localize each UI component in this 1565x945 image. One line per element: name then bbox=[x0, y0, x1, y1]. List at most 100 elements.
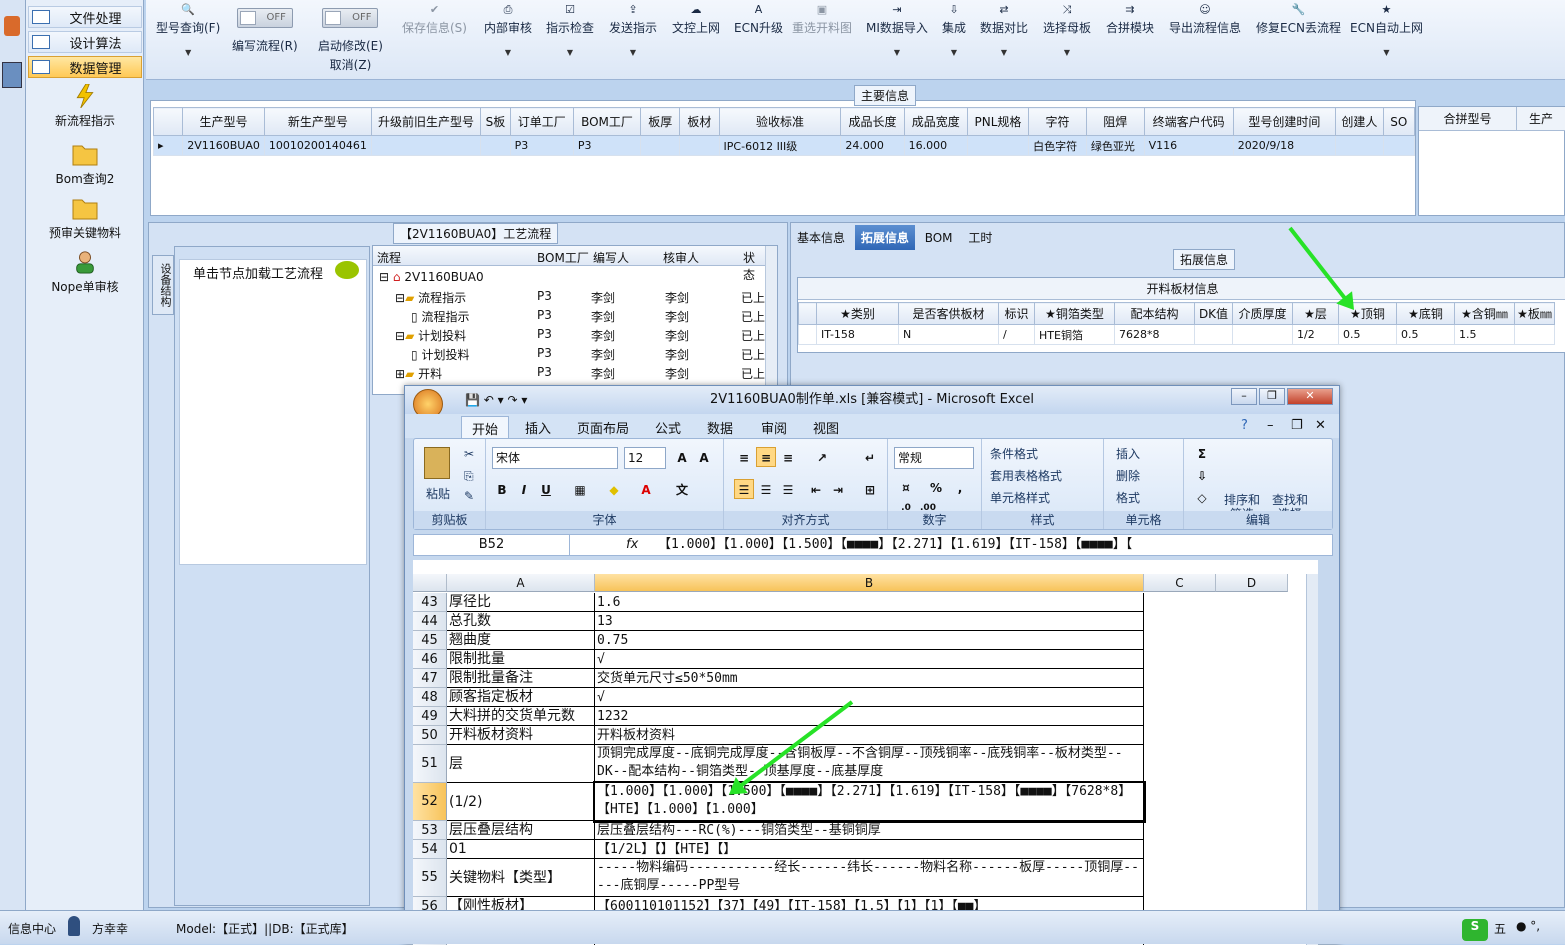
col-header[interactable]: 板厚 bbox=[640, 107, 681, 136]
function-icon[interactable]: fx bbox=[626, 535, 638, 555]
tab-data[interactable]: 数据 bbox=[707, 418, 733, 437]
tab-review[interactable]: 审阅 bbox=[761, 418, 787, 437]
col-header[interactable]: 配本结构 bbox=[1114, 302, 1195, 325]
col-header[interactable]: 订单工厂 bbox=[509, 107, 574, 136]
col-header[interactable]: ★含铜㎜ bbox=[1454, 302, 1515, 325]
doc-online-button[interactable]: ☁ 文控上网 bbox=[672, 4, 720, 36]
format-painter-icon[interactable]: ✎ bbox=[464, 489, 474, 503]
instruction-check-button[interactable]: ☑ 指示检查 ▼ bbox=[546, 4, 594, 58]
row-header[interactable]: 53 bbox=[413, 821, 447, 840]
tree-row[interactable]: ▯ 流程指示 P3 李剑 李剑 已上 bbox=[411, 308, 777, 325]
cell[interactable]: 层压叠层结构---RC(%)---铜箔类型--基铜铜厚 bbox=[595, 821, 1144, 840]
edit-flow-button[interactable]: OFF 编写流程(R) bbox=[232, 8, 298, 54]
tool-precheck-material[interactable]: 预审关键物料 bbox=[26, 196, 144, 241]
col-header[interactable]: 成品长度 bbox=[840, 107, 905, 136]
cell[interactable]: 1232 bbox=[595, 707, 1144, 726]
col-header[interactable]: 合拼型号 bbox=[1419, 107, 1517, 131]
bold-icon[interactable]: B bbox=[492, 479, 512, 499]
cut-icon[interactable]: ✂ bbox=[464, 447, 474, 461]
conditional-format-button[interactable]: 条件格式 bbox=[990, 445, 1038, 462]
cell-styles-button[interactable]: 单元格样式 bbox=[990, 489, 1050, 506]
col-header[interactable]: 是否客供板材 bbox=[898, 302, 999, 325]
col-header[interactable]: SO bbox=[1382, 107, 1415, 136]
align-center-icon[interactable]: ☰ bbox=[756, 479, 776, 499]
expand-icon[interactable]: ⊟ bbox=[395, 291, 405, 305]
merge-center-icon[interactable]: ⊞ bbox=[860, 479, 880, 499]
grow-font-icon[interactable]: A bbox=[672, 447, 692, 467]
reselect-cut-chart-button[interactable]: ▣ 重选开料图 bbox=[792, 4, 852, 36]
row-header[interactable]: 50 bbox=[413, 726, 447, 745]
selected-cell[interactable]: 【1.000】【1.000】【1.500】【■■■■】【2.271】【1.619… bbox=[593, 781, 1146, 823]
start-modify-button[interactable]: OFF 启动修改(E) 取消(Z) bbox=[318, 8, 383, 73]
cell[interactable]: 0.75 bbox=[595, 631, 1144, 650]
ime-logo-icon[interactable]: S bbox=[1462, 919, 1488, 941]
cell[interactable]: (1/2) bbox=[447, 783, 595, 821]
col-header[interactable]: 板材 bbox=[679, 107, 720, 136]
row-header[interactable]: 48 bbox=[413, 688, 447, 707]
cell[interactable]: 总孔数 bbox=[447, 612, 595, 631]
nav-data-management[interactable]: 数据管理 bbox=[28, 56, 142, 78]
col-header[interactable]: DK值 bbox=[1194, 302, 1233, 325]
cell[interactable]: 层压叠层结构 bbox=[447, 821, 595, 840]
col-header[interactable]: 流程 bbox=[377, 249, 401, 266]
align-bottom-icon[interactable]: ≡ bbox=[778, 447, 798, 467]
col-header[interactable]: 验收标准 bbox=[718, 107, 842, 136]
row-header[interactable]: 52 bbox=[413, 783, 447, 821]
col-header[interactable]: 成品宽度 bbox=[903, 107, 968, 136]
column-header[interactable]: B bbox=[595, 574, 1144, 592]
italic-icon[interactable]: I bbox=[514, 479, 534, 499]
format-as-table-button[interactable]: 套用表格格式 bbox=[990, 467, 1062, 484]
align-left-icon[interactable]: ☰ bbox=[734, 479, 754, 499]
tab-page-layout[interactable]: 页面布局 bbox=[577, 418, 629, 437]
ecn-upgrade-button[interactable]: A ECN升级 bbox=[734, 4, 783, 36]
tab-man-hours[interactable]: 工时 bbox=[962, 225, 998, 250]
vertical-scrollbar[interactable] bbox=[1306, 574, 1318, 945]
nav-design-algorithm[interactable]: 设计算法 bbox=[28, 31, 142, 53]
device-structure-tab[interactable]: 设备结构 bbox=[152, 255, 174, 315]
col-header[interactable]: ★铜箔类型 bbox=[1034, 302, 1115, 325]
percent-icon[interactable]: % bbox=[926, 477, 946, 497]
cell[interactable]: 【1/2L】【】【HTE】【】 bbox=[595, 840, 1144, 859]
data-compare-button[interactable]: ⇄ 数据对比 ▼ bbox=[980, 4, 1028, 58]
align-top-icon[interactable]: ≡ bbox=[734, 447, 754, 467]
column-header[interactable]: C bbox=[1144, 574, 1216, 592]
underline-icon[interactable]: U bbox=[536, 479, 556, 499]
expand-icon[interactable]: ⊟ bbox=[379, 270, 389, 284]
cell[interactable]: 顾客指定板材 bbox=[447, 688, 595, 707]
row-header[interactable]: 51 bbox=[413, 745, 447, 783]
row-header[interactable]: 55 bbox=[413, 859, 447, 897]
tree-row[interactable]: ⊟▰ 计划投料 P3 李剑 李剑 已上 bbox=[395, 327, 775, 344]
edit-flow-toggle[interactable]: OFF bbox=[236, 8, 293, 28]
tab-extended-info[interactable]: 拓展信息 bbox=[854, 225, 915, 250]
tool-nope-review[interactable]: Nope单审核 bbox=[26, 250, 144, 295]
cell[interactable]: 开料板材资料 bbox=[447, 726, 595, 745]
lock-icon[interactable] bbox=[4, 16, 20, 36]
formula-input[interactable]: 【1.000】【1.000】【1.500】【■■■■】【2.271】【1.619… bbox=[658, 535, 1308, 555]
ribbon-restore-icon[interactable]: ❐ bbox=[1291, 418, 1303, 433]
orientation-icon[interactable]: ↗ bbox=[812, 447, 832, 467]
col-header[interactable]: 标识 bbox=[998, 302, 1035, 325]
grid-icon[interactable] bbox=[2, 62, 22, 88]
send-instruction-button[interactable]: ⇪ 发送指示 ▼ bbox=[609, 4, 657, 58]
col-header[interactable]: 型号创建时间 bbox=[1232, 107, 1337, 136]
close-button[interactable]: ✕ bbox=[1287, 388, 1333, 405]
col-header[interactable]: 介质厚度 bbox=[1232, 302, 1293, 325]
ime-tools-icon[interactable]: ● °, bbox=[1516, 919, 1540, 933]
cell[interactable]: 交货单元尺寸≤50*50mm bbox=[595, 669, 1144, 688]
cancel-button[interactable]: 取消(Z) bbox=[318, 56, 383, 73]
export-flow-button[interactable]: ☺ 导出流程信息 bbox=[1169, 4, 1241, 36]
table-row[interactable]: ▸ 2V1160BUA0 10010200140461 P3 P3 IPC-60… bbox=[152, 135, 1415, 156]
cell[interactable]: -----物料编码-----------经长------纬长------物料名称… bbox=[595, 859, 1144, 897]
fill-color-icon[interactable]: ◆ bbox=[604, 479, 624, 499]
col-header[interactable]: 终端客户代码 bbox=[1143, 107, 1234, 136]
cell[interactable]: 层 bbox=[447, 745, 595, 783]
expand-icon[interactable]: ⊞ bbox=[395, 367, 405, 381]
col-header[interactable]: 新生产型号 bbox=[263, 107, 372, 136]
col-header[interactable]: BOM工厂 bbox=[537, 249, 589, 266]
cell[interactable]: 关键物料【类型】 bbox=[447, 859, 595, 897]
row-header[interactable]: 54 bbox=[413, 840, 447, 859]
ribbon-close-icon[interactable]: ✕ bbox=[1315, 418, 1326, 433]
help-icon[interactable]: ? bbox=[1241, 418, 1248, 433]
border-icon[interactable]: ▦ bbox=[570, 479, 590, 499]
align-middle-icon[interactable]: ≡ bbox=[756, 447, 776, 467]
